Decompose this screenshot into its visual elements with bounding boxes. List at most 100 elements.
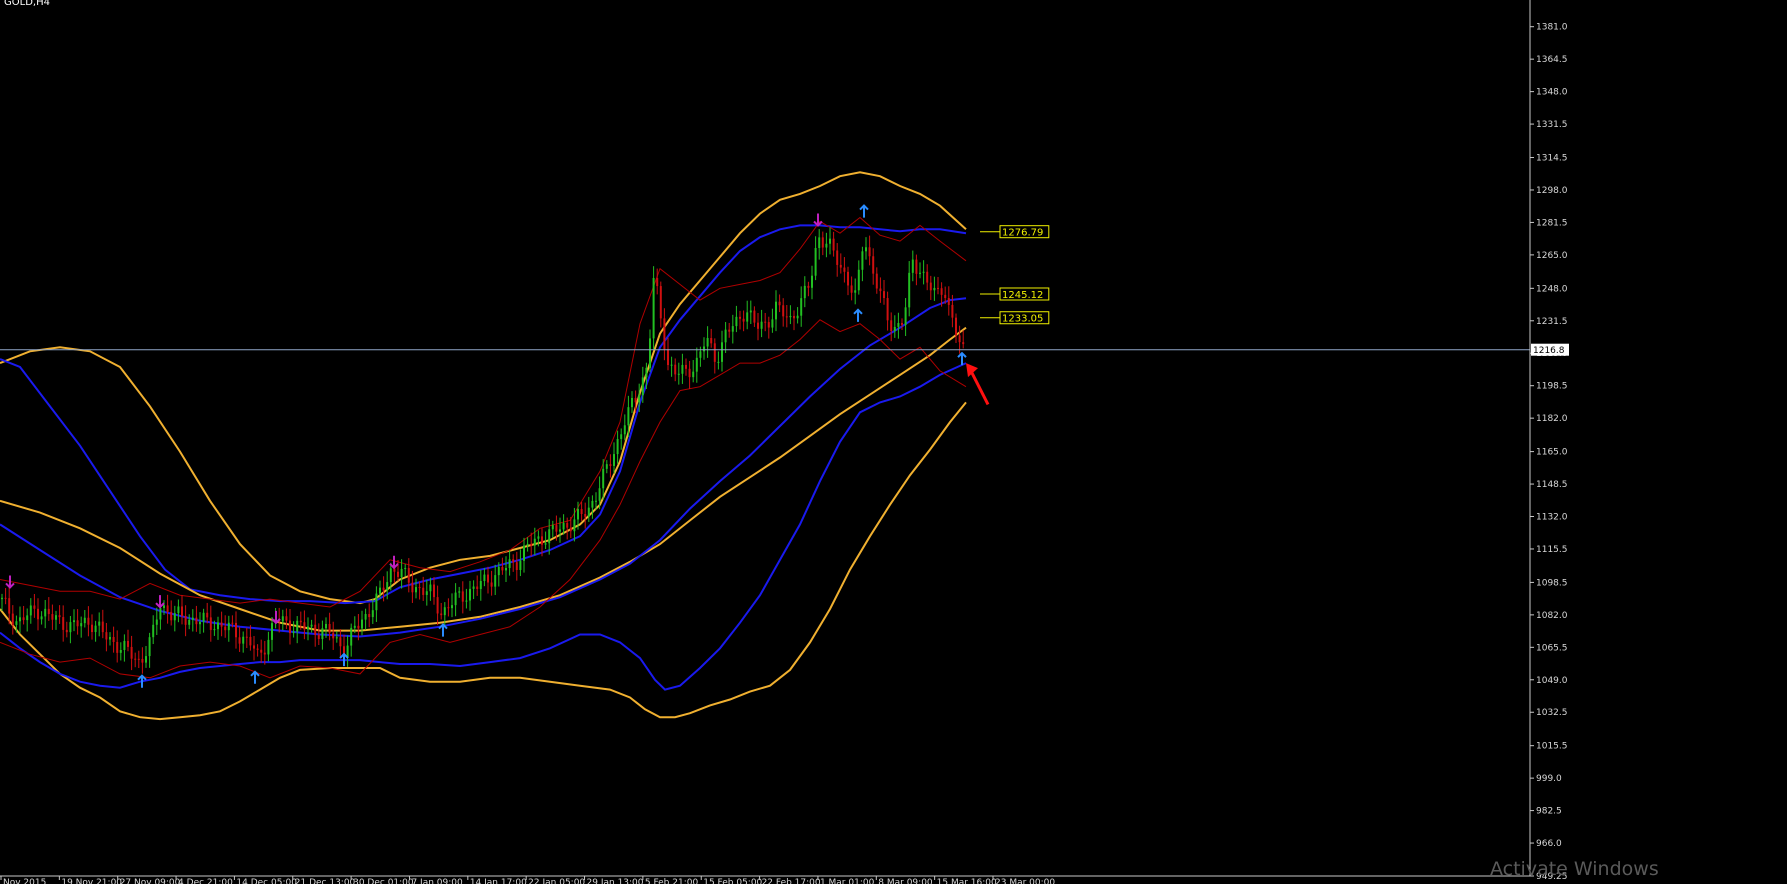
candle-body [130,646,133,659]
candle-body [386,582,389,591]
candle-body [721,342,723,362]
activate-windows-watermark: Activate Windows [1490,858,1659,880]
candle-body [677,373,680,375]
price-tick-label: 1132.0 [1536,513,1568,523]
candle-body [893,326,896,332]
candle-body [87,617,90,625]
candle-body [868,247,871,257]
candle-body [951,304,954,318]
candle-body [447,607,450,609]
price-level-labels: 1276.79 1245.12 1233.05 [980,225,1050,325]
price-chart[interactable]: 1381.0 1364.5 1348.0 1331.5 1314.5 1298.0 1281… [0,0,1787,884]
candle-body [260,649,263,653]
candle-body [595,500,597,502]
candle-body [944,294,947,298]
candle-body [753,310,756,323]
candle-body [793,315,795,319]
candle-body [116,641,119,653]
candle-body [335,637,338,639]
candle-body [134,658,137,660]
candle-body [886,298,889,321]
candle-body [703,346,705,352]
candle-body [123,640,126,650]
candle-body [47,608,50,615]
buy-arrow-icon [250,670,260,684]
price-tick-label: 982.5 [1536,807,1562,817]
candle-body [263,652,266,655]
candle-body [771,319,774,328]
candle-body [350,627,353,646]
candle-body [479,581,482,590]
candle-body [271,623,273,640]
candle-body [821,237,824,248]
candle-body [166,605,169,612]
candle-body [285,616,288,621]
candle-body [256,648,259,650]
candle-body [803,285,806,299]
candle-body [746,312,749,322]
candle-body [127,640,129,647]
candle-body [58,615,61,618]
candle-body [415,587,417,593]
candle-body [19,617,21,622]
candle-body [620,434,623,440]
candle-body [443,607,446,616]
candle-body [865,247,867,252]
candle-body [364,613,367,620]
candle-body [119,649,122,653]
candle-body [267,639,270,655]
candle-body [656,277,659,287]
price-tick-label: 1148.5 [1536,480,1568,490]
candle-body [490,582,493,587]
candle-body [433,584,435,598]
candle-body [389,568,392,583]
time-tick-label: 15 Feb 05:00 [703,878,762,884]
price-tick-label: 1231.5 [1536,317,1568,327]
candle-body [325,623,327,629]
indicator-line [0,362,967,691]
candle-body [476,586,479,590]
candle-body [469,588,471,601]
candle-body [562,522,565,530]
candle-body [69,622,72,633]
candle-body [674,364,677,375]
plot-area[interactable] [0,171,1530,721]
candle-body [879,288,882,292]
candle-body [195,617,198,625]
candle-body [425,591,428,595]
candle-body [962,342,965,345]
candle-body [238,637,241,644]
candle-body [584,514,587,517]
candle-body [829,238,831,244]
price-tick-label: 1115.5 [1536,545,1568,555]
candle-body [422,587,425,595]
candle-body [544,543,547,545]
candle-body [461,591,464,602]
candle-body [739,316,741,319]
candle-body [40,616,43,620]
price-tick-label: 1265.0 [1536,251,1568,261]
candle-body [825,243,828,248]
time-tick-label: 30 Dec 01:00 [353,878,414,884]
time-tick-label: 22 Feb 17:00 [762,878,821,884]
candle-body [764,321,767,323]
indicator-line [0,346,376,605]
candle-body [775,301,777,320]
candle-body [573,519,576,532]
candle-body [631,397,633,408]
candle-body [861,251,864,270]
candle-body [926,271,929,283]
candle-body [73,620,75,623]
candle-body [760,321,763,329]
candle-body [782,305,785,317]
candle-body [375,593,378,611]
candle-body [494,575,497,587]
candle-body [310,624,313,627]
candle-body [526,543,529,546]
candle-body [371,610,374,618]
current-price-label: 1216.8 [1533,346,1565,356]
candle-body [397,571,399,577]
candle-body [213,629,216,631]
candle-body [191,617,194,620]
sell-arrow-icon [155,595,165,609]
